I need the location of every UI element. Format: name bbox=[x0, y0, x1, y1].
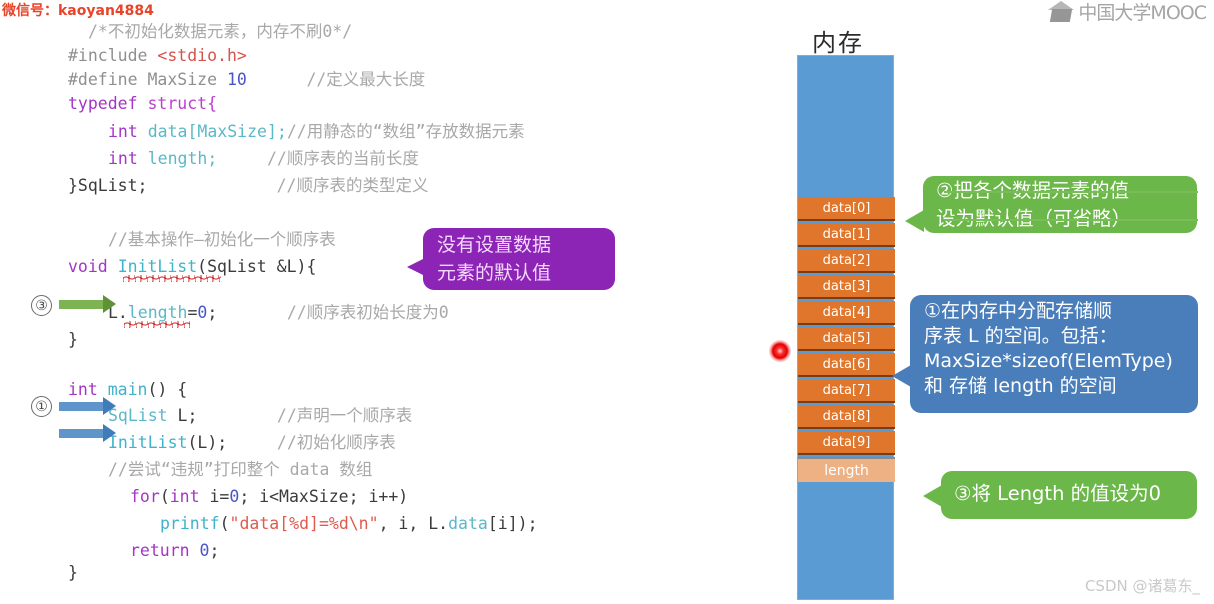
code-line-data-member: int data[MaxSize];//用静态的“数组”存放数据元素 bbox=[108, 122, 525, 141]
callout-tail bbox=[892, 365, 911, 387]
memory-cell-data5: data[5] bbox=[798, 327, 895, 351]
code-line-initlist-close: } bbox=[68, 330, 78, 349]
code-line-include: #include <stdio.h> bbox=[68, 46, 247, 65]
csdn-watermark: CSDN @诸葛东_ bbox=[1084, 577, 1200, 595]
callout-green3-text: ③将 Length 的值设为0 bbox=[954, 482, 1162, 505]
squiggle-initlist bbox=[123, 275, 221, 282]
memory-cell-data4: data[4] bbox=[798, 301, 895, 325]
code-line-main-sig: int main() { bbox=[68, 380, 188, 399]
code-line-comment-print: //尝试“违规”打印整个 data 数组 bbox=[108, 460, 373, 479]
memory-cell-data8: data[8] bbox=[798, 405, 895, 429]
callout-step1-allocate-memory: ①在内存中分配存储顺 序表 L 的空间。包括： MaxSize*sizeof(E… bbox=[892, 295, 1198, 413]
callout-blue1-line4: 和 存储 length 的空间 bbox=[924, 375, 1117, 397]
memory-cell-data6: data[6] bbox=[798, 353, 895, 377]
code-line-printf: printf("data[%d]=%d\n", i, L.data[i]); bbox=[160, 514, 538, 533]
code-line-initlist-call: InitList(L); //初始化顺序表 bbox=[108, 433, 396, 452]
code-line-define: #define MaxSize 10 //定义最大长度 bbox=[68, 70, 426, 89]
code-line-length-assign: L.length=0; //顺序表初始长度为0 bbox=[108, 303, 449, 322]
arrow-to-length-assign bbox=[59, 295, 116, 313]
code-line-comment-header: /*不初始化数据元素，内存不刷0*/ bbox=[88, 22, 353, 41]
mooc-logo: 中国大学MOOC bbox=[1048, 0, 1207, 25]
memory-title: 内存 bbox=[812, 29, 864, 57]
callout-purple-line2: 元素的默认值 bbox=[437, 262, 552, 284]
callout-tail bbox=[923, 485, 942, 507]
memory-cell-data0: data[0] bbox=[798, 197, 895, 221]
callout-blue1-line2: 序表 L 的空间。包括： bbox=[924, 325, 1118, 347]
memory-cell-data7: data[7] bbox=[798, 379, 895, 403]
code-line-sqlist-close: }SqList; //顺序表的类型定义 bbox=[68, 176, 429, 195]
callout-no-default-values: 没有设置数据 元素的默认值 bbox=[407, 228, 615, 290]
memory-cell-data3: data[3] bbox=[798, 275, 895, 299]
mooc-cube-icon bbox=[1048, 0, 1075, 23]
code-line-for: for(int i=0; i<MaxSize; i++) bbox=[130, 487, 409, 506]
memory-cell-data1: data[1] bbox=[798, 223, 895, 247]
code-line-return: return 0; bbox=[130, 541, 220, 560]
code-line-typedef: typedef struct{ bbox=[68, 94, 218, 113]
step-marker-1: ① bbox=[31, 396, 52, 417]
memory-cell-data2: data[2] bbox=[798, 249, 895, 273]
laser-pointer-dot bbox=[769, 340, 791, 362]
memory-strip: data[0] data[1] data[2] data[3] data[4] … bbox=[797, 55, 895, 600]
callout-blue1-line3: MaxSize*sizeof(ElemType) bbox=[924, 350, 1173, 372]
callout-blue1-line1: ①在内存中分配存储顺 bbox=[924, 300, 1113, 322]
callout-purple-line1: 没有设置数据 bbox=[437, 234, 552, 256]
callout-step3-set-length-zero: ③将 Length 的值设为0 bbox=[923, 471, 1197, 519]
callout-tail bbox=[905, 210, 924, 232]
code-line-comment-initlist: //基本操作—初始化一个顺序表 bbox=[108, 230, 336, 249]
code-line-sqlist-decl: SqList L; //声明一个顺序表 bbox=[108, 406, 413, 425]
mooc-logo-text: 中国大学MOOC bbox=[1078, 2, 1207, 24]
arrow-to-initlist-call bbox=[59, 424, 116, 442]
memory-cell-length: length bbox=[798, 457, 895, 482]
wechat-id-watermark: 微信号：kaoyan4884 bbox=[2, 3, 154, 19]
code-line-initlist-sig: void InitList(SqList &L){ bbox=[68, 257, 317, 276]
strikethrough-line1 bbox=[944, 191, 1198, 193]
code-line-length-member: int length; //顺序表的当前长度 bbox=[108, 149, 419, 168]
callout-step2-set-default-values: ②把各个数据元素的值 设为默认值（可省略） bbox=[905, 176, 1198, 233]
arrow-to-sqlist-decl bbox=[59, 397, 116, 415]
code-line-main-close: } bbox=[68, 563, 78, 582]
squiggle-length bbox=[124, 321, 190, 328]
strikethrough-line2 bbox=[944, 219, 1198, 221]
callout-tail bbox=[407, 258, 425, 276]
memory-cell-data9: data[9] bbox=[798, 431, 895, 455]
step-marker-3: ③ bbox=[31, 295, 52, 316]
